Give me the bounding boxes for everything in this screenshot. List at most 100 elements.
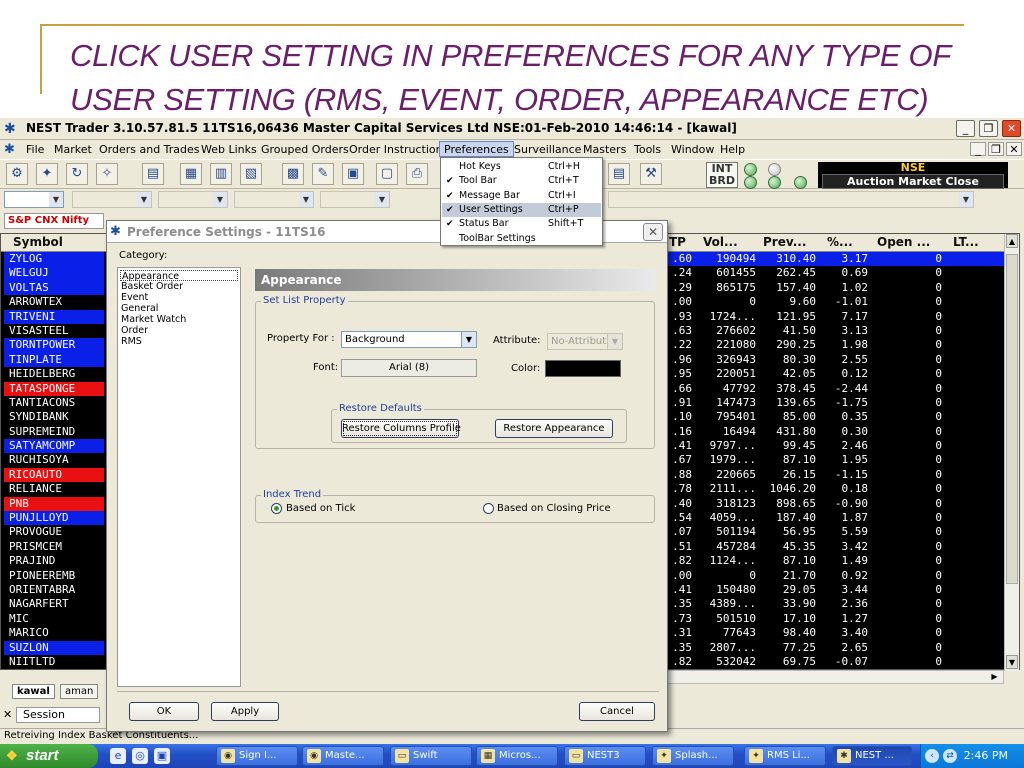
notes-icon[interactable]: ✎ (312, 163, 334, 185)
ok-button[interactable]: OK (129, 702, 199, 721)
menu-web-links[interactable]: Web Links (197, 142, 261, 158)
taskbar-item[interactable]: ▭ NEST3 (564, 746, 646, 766)
table-row[interactable]: .73 501510 17.10 1.27 0 (666, 612, 1005, 626)
table-row[interactable]: .00 0 9.60 -1.01 0 (666, 295, 1005, 309)
minimize-button[interactable]: _ (956, 120, 975, 137)
taskbar-item[interactable]: ▦ Micros... (476, 746, 558, 766)
restore-appearance-button[interactable]: Restore Appearance (495, 419, 613, 438)
symbol-cell[interactable]: PROVOGUE (4, 525, 104, 540)
based-on-tick-label[interactable]: Based on Tick (286, 503, 355, 514)
header-volume[interactable]: Vol... (703, 235, 738, 249)
taskbar-item[interactable]: ✱ NEST ... (832, 746, 912, 766)
symbol-cell[interactable]: SUPREMEIND (4, 424, 104, 440)
scroll-up-icon[interactable]: ▲ (1006, 234, 1018, 248)
menu-preferences[interactable]: Preferences (439, 141, 514, 157)
taskbar-item[interactable]: ◉ Sign I... (216, 746, 298, 766)
grid-horizontal-scrollbar[interactable]: ▶ (665, 670, 1004, 684)
menu-file[interactable]: File (22, 142, 48, 158)
mdi-minimize-button[interactable]: _ (970, 142, 986, 156)
table-row[interactable]: .29 865175 157.40 1.02 0 (666, 281, 1005, 295)
table-row[interactable]: .91 147473 139.65 -1.75 0 (666, 396, 1005, 410)
table-row[interactable]: .82 1124... 87.10 1.49 0 (666, 554, 1005, 568)
tab-aman[interactable]: aman (60, 684, 99, 699)
pref-menu-item-message-bar[interactable]: ✔ Message Bar Ctrl+I (442, 189, 601, 203)
table-row[interactable]: .41 150480 29.05 3.44 0 (666, 583, 1005, 597)
symbol-cell[interactable]: RELIANCE (4, 482, 104, 497)
menu-masters[interactable]: Masters (579, 142, 630, 158)
table-row[interactable]: .93 1724... 121.95 7.17 0 (666, 310, 1005, 324)
mdi-close-button[interactable]: ✕ (1006, 142, 1022, 156)
symbol-cell[interactable]: ARROWTEX (4, 295, 104, 310)
table-row[interactable]: .95 220051 42.05 0.12 0 (666, 367, 1005, 381)
header-open[interactable]: Open ... (877, 235, 930, 249)
symbol-cell[interactable]: VISASTEEL (4, 323, 104, 339)
table-row[interactable]: .22 221080 290.25 1.98 0 (666, 338, 1005, 352)
header-symbol[interactable]: Symbol (13, 235, 63, 249)
symbol-cell[interactable]: RICOAUTO (4, 467, 104, 483)
category-item-event[interactable]: Event (120, 292, 238, 303)
symbol-cell[interactable]: NAGARFERT (4, 597, 104, 612)
symbol-cell[interactable]: SUZLON (4, 640, 104, 655)
grid-icon[interactable]: ▩ (282, 163, 304, 185)
list-icon[interactable]: ▧ (240, 163, 262, 185)
media-icon[interactable]: ◎ (132, 748, 148, 764)
symbol-cell[interactable]: PRAJIND (4, 554, 104, 569)
property-for-select[interactable]: Background ▼ (341, 331, 477, 348)
symbol-cell[interactable]: TANTIACONS (4, 395, 104, 411)
menu-grouped-orders[interactable]: Grouped Orders (257, 142, 353, 158)
symbol-cell[interactable]: PNB (4, 496, 104, 512)
restore-button[interactable]: ❐ (979, 120, 998, 137)
pref-menu-item-toolbar-settings[interactable]: ToolBar Settings (442, 232, 601, 246)
header-percent-change[interactable]: %... (827, 235, 853, 249)
pref-menu-item-hot-keys[interactable]: Hot Keys Ctrl+H (442, 160, 601, 174)
based-on-closing-price-label[interactable]: Based on Closing Price (497, 503, 611, 514)
tools-icon[interactable]: ⚒ (640, 163, 662, 185)
tab-kawal[interactable]: kawal (12, 684, 55, 699)
table-row[interactable]: .35 4389... 33.90 2.36 0 (666, 597, 1005, 611)
start-button[interactable]: ❖ start (0, 744, 98, 768)
category-item-market-watch[interactable]: Market Watch (120, 314, 238, 325)
table-row[interactable]: .78 2111... 1046.20 0.18 0 (666, 482, 1005, 496)
font-picker-button[interactable]: Arial (8) (341, 359, 477, 377)
expiry-select[interactable]: ▼ (234, 191, 314, 208)
market-watch-icon[interactable]: ▤ (142, 163, 164, 185)
mdi-restore-button[interactable]: ❐ (988, 142, 1004, 156)
connect-icon[interactable]: ⚙ (6, 163, 28, 185)
document-tool-icon[interactable]: ▤ (608, 163, 630, 185)
symbol-cell[interactable]: TATASPONGE (4, 381, 104, 396)
header-tp[interactable]: TP (669, 235, 686, 249)
table-row[interactable]: .63 276602 41.50 3.13 0 (666, 324, 1005, 338)
symbol-cell[interactable]: TINPLATE (4, 352, 104, 368)
order-book-icon[interactable]: ▦ (180, 163, 202, 185)
symbol-cell[interactable]: MARICO (4, 626, 104, 641)
menu-help[interactable]: Help (716, 142, 749, 158)
table-row[interactable]: .41 9797... 99.45 2.46 0 (666, 439, 1005, 453)
pref-menu-item-user-settings[interactable]: ✔ User Settings Ctrl+P (442, 202, 601, 217)
symbol-cell[interactable]: WELGUJ (4, 266, 104, 281)
category-item-general[interactable]: General (120, 303, 238, 314)
menu-market[interactable]: Market (50, 142, 96, 158)
exchange-select[interactable]: ▼ (4, 191, 64, 208)
cancel-button[interactable]: Cancel (579, 702, 655, 721)
symbol-cell[interactable]: PUNJLLOYD (4, 511, 104, 526)
close-icon[interactable]: ✕ (3, 708, 12, 721)
based-on-closing-price-radio[interactable] (483, 503, 494, 514)
close-button[interactable]: ✕ (1002, 120, 1021, 137)
table-row[interactable]: .67 1979... 87.10 1.95 0 (666, 453, 1005, 467)
scroll-right-icon[interactable]: ▶ (988, 671, 1001, 683)
table-row[interactable]: .16 16494 431.80 0.30 0 (666, 425, 1005, 439)
symbol-cell[interactable]: TORNTPOWER (4, 338, 104, 353)
table-icon[interactable]: ▣ (342, 163, 364, 185)
instrument-select[interactable]: ▼ (72, 191, 152, 208)
refresh-icon[interactable]: ↻ (66, 163, 88, 185)
pref-menu-item-status-bar[interactable]: ✔ Status Bar Shift+T (442, 217, 601, 231)
series-select[interactable]: ▼ (608, 191, 974, 208)
table-row[interactable]: .54 4059... 187.40 1.87 0 (666, 511, 1005, 525)
table-row[interactable]: .60 190494 310.40 3.17 0 (666, 252, 1005, 267)
table-row[interactable]: .88 220665 26.15 -1.15 0 (666, 468, 1005, 482)
session-field[interactable]: Session (16, 707, 100, 723)
table-row[interactable]: .51 457284 45.35 3.42 0 (666, 540, 1005, 554)
symbol-cell[interactable]: SYNDIBANK (4, 410, 104, 425)
attribute-select[interactable]: No-Attribut ▼ (547, 333, 623, 350)
table-row[interactable]: .31 77643 98.40 3.40 0 (666, 626, 1005, 640)
